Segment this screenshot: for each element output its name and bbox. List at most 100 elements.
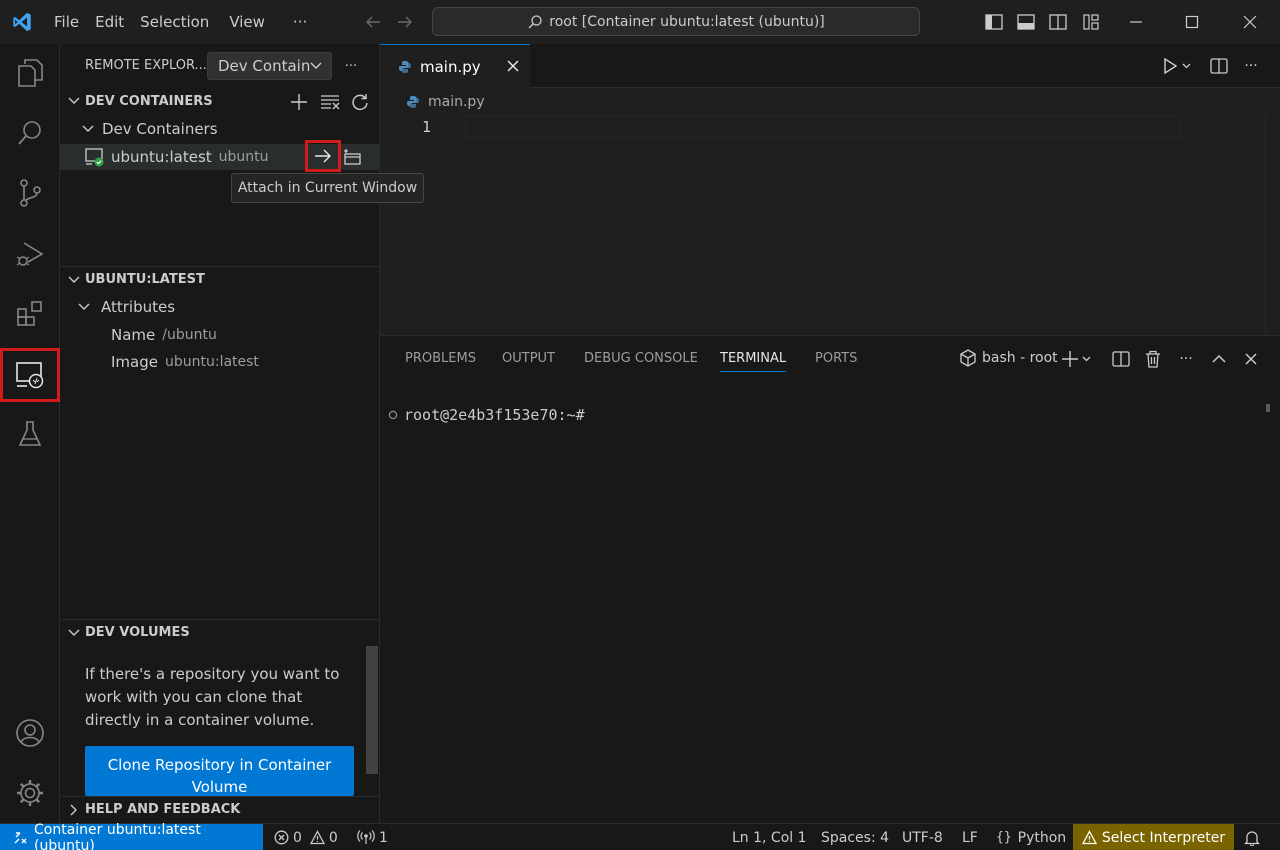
minimize-icon[interactable] xyxy=(1108,0,1164,44)
attach-new-window-button[interactable] xyxy=(339,144,365,170)
problems-indicator[interactable]: 0 0 xyxy=(274,824,338,850)
dev-containers-group[interactable]: Dev Containers xyxy=(60,116,379,142)
attribute-row-name[interactable]: Name /ubuntu xyxy=(60,322,379,348)
encoding[interactable]: UTF-8 xyxy=(902,824,943,850)
end-of-line[interactable]: LF xyxy=(962,824,978,850)
select-interpreter-button[interactable]: Select Interpreter xyxy=(1073,824,1234,850)
tab-terminal[interactable]: TERMINAL xyxy=(720,351,787,372)
chevron-down-icon xyxy=(64,276,84,284)
refresh-icon[interactable] xyxy=(350,92,370,112)
forward-arrow-icon[interactable] xyxy=(394,12,416,32)
menu-selection[interactable]: Selection xyxy=(132,7,217,37)
attach-current-window-button[interactable] xyxy=(305,140,341,172)
explorer-icon[interactable] xyxy=(0,44,60,102)
notifications-bell-icon[interactable] xyxy=(1244,824,1260,850)
close-panel-icon[interactable] xyxy=(1240,348,1262,370)
split-editor-icon[interactable] xyxy=(1208,56,1230,76)
command-center-label: root [Container ubuntu:latest (ubuntu)] xyxy=(549,13,825,30)
terminal-instance[interactable]: bash - root xyxy=(960,349,1058,367)
tab-debug-console[interactable]: DEBUG CONSOLE xyxy=(584,351,698,366)
chevron-down-icon xyxy=(64,629,84,637)
python-file-icon xyxy=(406,95,420,109)
language-mode[interactable]: {} Python xyxy=(996,824,1066,850)
terminal-scrollbar[interactable] xyxy=(1266,404,1270,412)
chevron-right-icon xyxy=(64,804,84,816)
search-icon xyxy=(527,14,543,30)
close-window-icon[interactable] xyxy=(1222,0,1278,44)
chevron-down-icon xyxy=(64,97,84,105)
warning-icon xyxy=(1081,830,1097,845)
breadcrumb[interactable]: main.py xyxy=(406,94,485,110)
container-item[interactable]: ubuntu:latest ubuntu xyxy=(60,140,379,172)
attribute-row-image[interactable]: Image ubuntu:latest xyxy=(60,349,379,375)
menu-edit[interactable]: Edit xyxy=(87,7,132,37)
back-arrow-icon[interactable] xyxy=(362,12,384,32)
tab-problems[interactable]: PROBLEMS xyxy=(405,351,476,366)
sidebar-scrollbar[interactable] xyxy=(366,646,378,774)
section-title: HELP AND FEEDBACK xyxy=(85,802,241,817)
group-label: Dev Containers xyxy=(102,120,218,138)
kill-terminal-trash-icon[interactable] xyxy=(1142,348,1164,370)
cursor-position[interactable]: Ln 1, Col 1 xyxy=(732,824,807,850)
maximize-icon[interactable] xyxy=(1164,0,1220,44)
tab-label: main.py xyxy=(420,57,481,76)
toggle-secondary-sidebar-icon[interactable] xyxy=(1047,11,1069,33)
code-line-1[interactable] xyxy=(465,116,1180,138)
attribute-key: Image xyxy=(111,353,158,371)
testing-icon[interactable] xyxy=(0,405,60,463)
python-file-icon xyxy=(398,60,412,74)
add-icon[interactable] xyxy=(289,92,309,112)
forwarded-ports-indicator[interactable]: 1 xyxy=(357,824,388,850)
clear-list-icon[interactable] xyxy=(320,92,340,112)
error-icon xyxy=(274,830,289,845)
section-title: UBUNTU:LATEST xyxy=(85,272,205,287)
editor-scrollbar[interactable] xyxy=(1265,114,1266,334)
chevron-down-icon xyxy=(74,303,94,311)
status-bar: Container ubuntu:latest (ubuntu) 0 0 1 L… xyxy=(0,822,1280,850)
run-debug-icon[interactable] xyxy=(0,225,60,283)
source-control-icon[interactable] xyxy=(0,164,60,222)
broadcast-icon xyxy=(357,830,375,845)
settings-gear-icon[interactable] xyxy=(0,764,60,822)
panel-more-actions[interactable]: ··· xyxy=(1175,348,1197,370)
terminal-container-icon xyxy=(960,349,976,367)
terminal-prompt-line[interactable]: root@2e4b3f153e70:~# xyxy=(388,406,585,424)
dev-volumes-section-header[interactable]: DEV VOLUMES xyxy=(60,619,379,645)
help-feedback-section-header[interactable]: HELP AND FEEDBACK xyxy=(60,796,379,822)
tab-main-py[interactable]: main.py xyxy=(380,44,530,88)
line-number: 1 xyxy=(422,118,432,136)
close-tab-icon[interactable] xyxy=(506,59,520,73)
dev-containers-section-header[interactable]: DEV CONTAINERS xyxy=(60,88,379,114)
container-details-section-header[interactable]: UBUNTU:LATEST xyxy=(60,266,379,292)
new-terminal-button[interactable] xyxy=(1060,348,1094,370)
customize-layout-icon[interactable] xyxy=(1080,11,1102,33)
remote-type-select[interactable]: Dev Contain xyxy=(207,52,332,80)
menu-view[interactable]: View xyxy=(221,7,273,37)
accounts-icon[interactable] xyxy=(0,704,60,762)
indentation[interactable]: Spaces: 4 xyxy=(821,824,889,850)
menu-more[interactable]: ··· xyxy=(285,7,315,37)
search-icon[interactable] xyxy=(0,104,60,162)
run-python-file-button[interactable] xyxy=(1158,56,1194,76)
braces-icon: {} xyxy=(996,830,1012,845)
sidebar-more-actions[interactable]: ··· xyxy=(340,56,362,76)
command-center[interactable]: root [Container ubuntu:latest (ubuntu)] xyxy=(432,7,920,36)
clone-repository-button[interactable]: Clone Repository in Container Volume xyxy=(85,746,354,796)
interpreter-label: Select Interpreter xyxy=(1101,829,1226,846)
remote-explorer-sidebar: REMOTE EXPLOR... Dev Contain ··· DEV CON… xyxy=(60,44,380,823)
group-label: Attributes xyxy=(101,298,176,316)
menu-file[interactable]: File xyxy=(46,7,87,37)
remote-icon xyxy=(14,831,28,845)
split-terminal-icon[interactable] xyxy=(1110,348,1132,370)
tab-output[interactable]: OUTPUT xyxy=(502,351,555,366)
toggle-primary-sidebar-icon[interactable] xyxy=(983,11,1005,33)
extensions-icon[interactable] xyxy=(0,285,60,343)
maximize-panel-chevron-up-icon[interactable] xyxy=(1208,348,1230,370)
tab-ports[interactable]: PORTS xyxy=(815,351,857,366)
attributes-group[interactable]: Attributes xyxy=(60,294,379,320)
editor-more-actions[interactable]: ··· xyxy=(1240,56,1262,76)
remote-indicator[interactable]: Container ubuntu:latest (ubuntu) xyxy=(0,822,263,850)
remote-explorer-icon[interactable] xyxy=(0,348,60,402)
dev-volumes-description: If there's a repository you want to work… xyxy=(85,665,340,729)
toggle-panel-icon[interactable] xyxy=(1015,11,1037,33)
